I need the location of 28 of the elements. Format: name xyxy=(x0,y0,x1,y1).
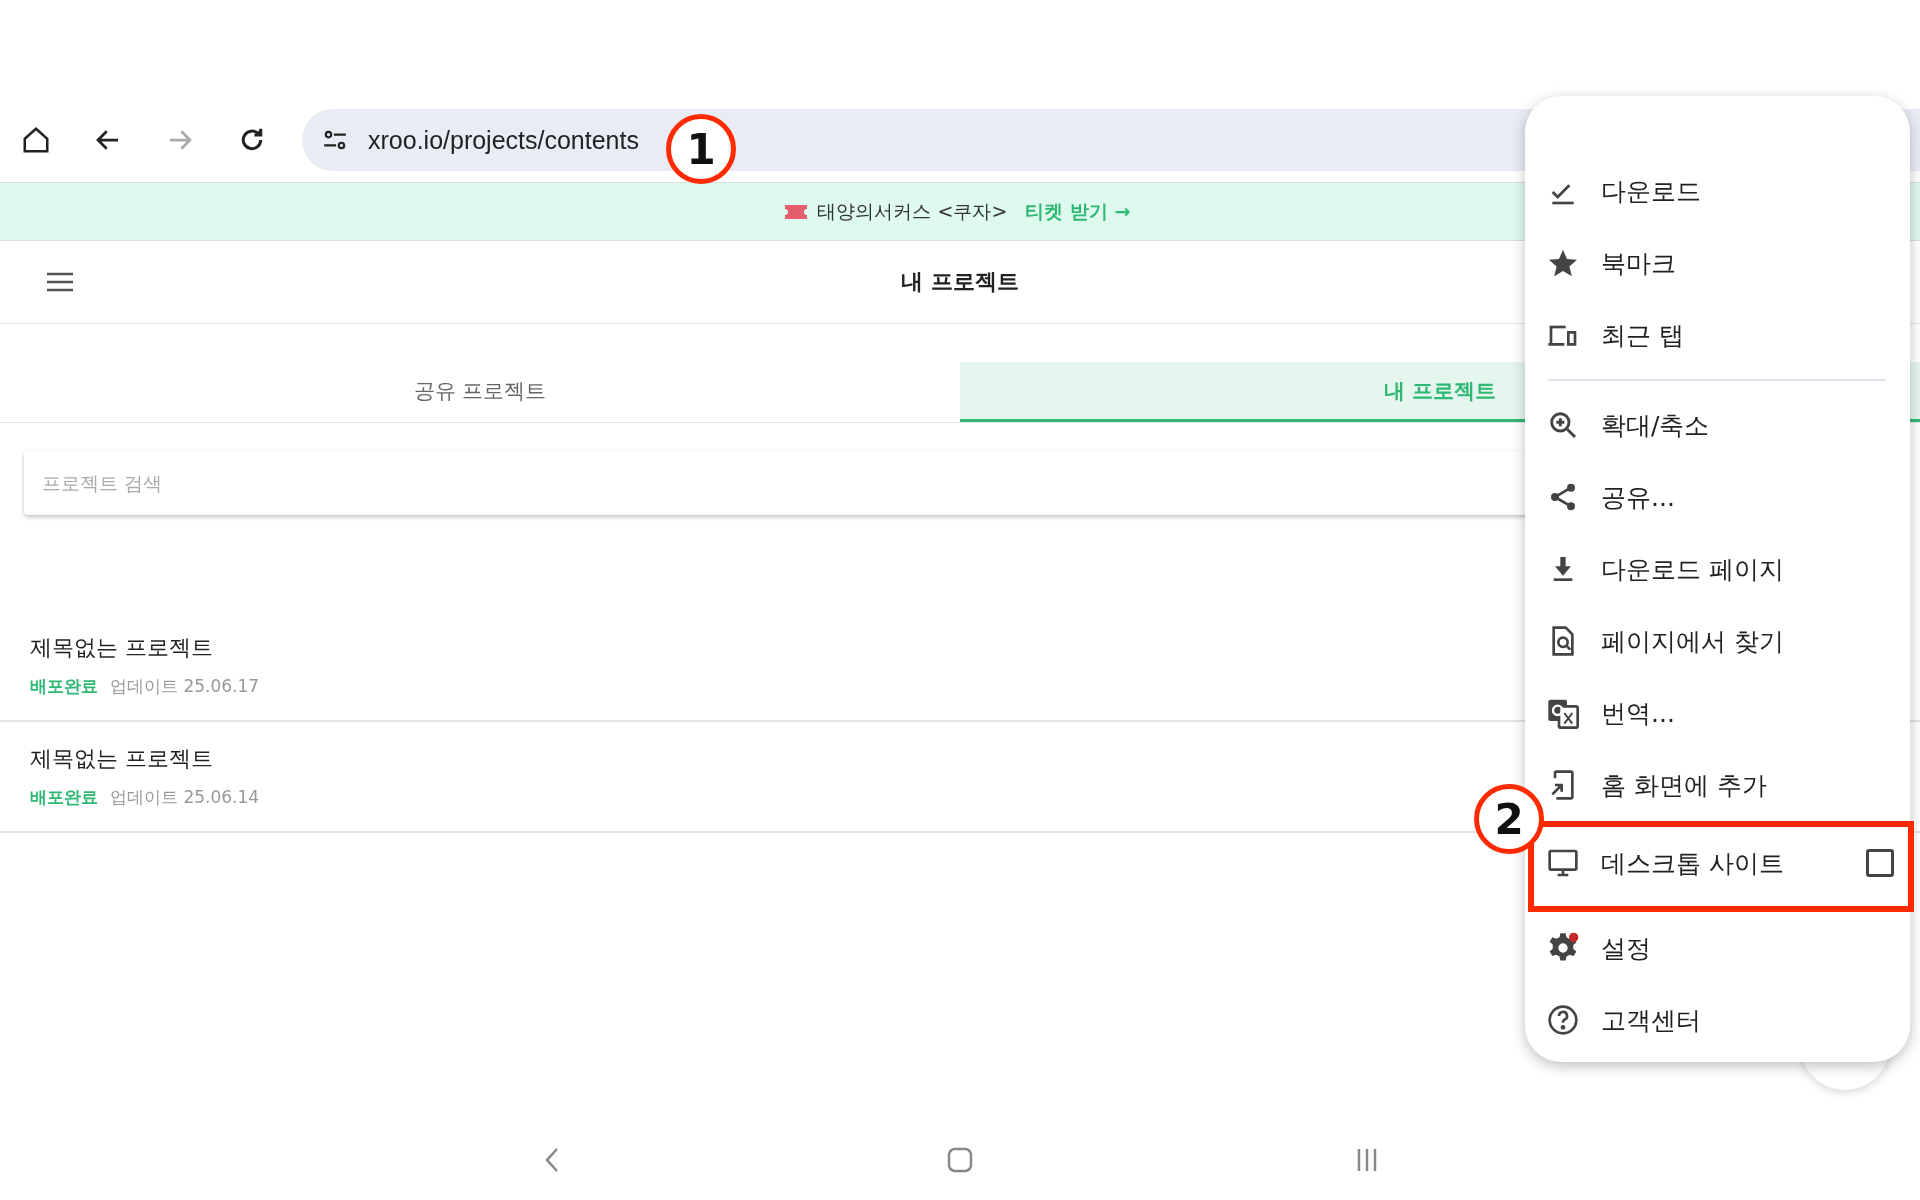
url-text: xroo.io/projects/contents xyxy=(368,125,639,155)
banner-text: 태양의서커스 <쿠자> xyxy=(817,198,1008,224)
rounded-square-icon[interactable] xyxy=(946,1146,974,1174)
status-label: 배포완료 xyxy=(30,675,98,698)
menu-item[interactable]: 데스크톱 사이트 xyxy=(1547,827,1908,899)
menu-item[interactable]: 고객센터 xyxy=(1547,984,1910,1056)
menu-item[interactable]: 번역... xyxy=(1547,677,1910,749)
gear-icon xyxy=(1547,932,1579,964)
annotation-marker: 2 xyxy=(1474,784,1544,854)
menu-item[interactable]: 다운로드 페이지 xyxy=(1547,533,1910,605)
zoom-in-icon xyxy=(1547,409,1579,441)
menu-item[interactable]: 페이지에서 찾기 xyxy=(1547,605,1910,677)
menu-item[interactable]: 북마크 xyxy=(1547,227,1910,299)
page-title: 내 프로젝트 xyxy=(901,268,1019,296)
checkbox[interactable] xyxy=(1866,849,1894,877)
project-title[interactable]: 제목없는 프로젝트 xyxy=(30,633,213,663)
updated-date: 업데이트 25.06.17 xyxy=(110,675,260,698)
updated-date: 업데이트 25.06.14 xyxy=(110,786,260,809)
menu-item[interactable]: 홈 화면에 추가 xyxy=(1547,749,1910,821)
menu-item[interactable]: 설정 xyxy=(1547,912,1910,984)
home-icon[interactable] xyxy=(21,125,51,155)
status-label: 배포완료 xyxy=(30,786,98,809)
translate-icon xyxy=(1547,697,1579,729)
ticket-icon xyxy=(785,204,808,219)
project-title[interactable]: 제목없는 프로젝트 xyxy=(30,744,213,774)
help-icon xyxy=(1547,1004,1579,1036)
menu-icon[interactable] xyxy=(45,270,75,294)
monitor-icon xyxy=(1547,847,1579,879)
